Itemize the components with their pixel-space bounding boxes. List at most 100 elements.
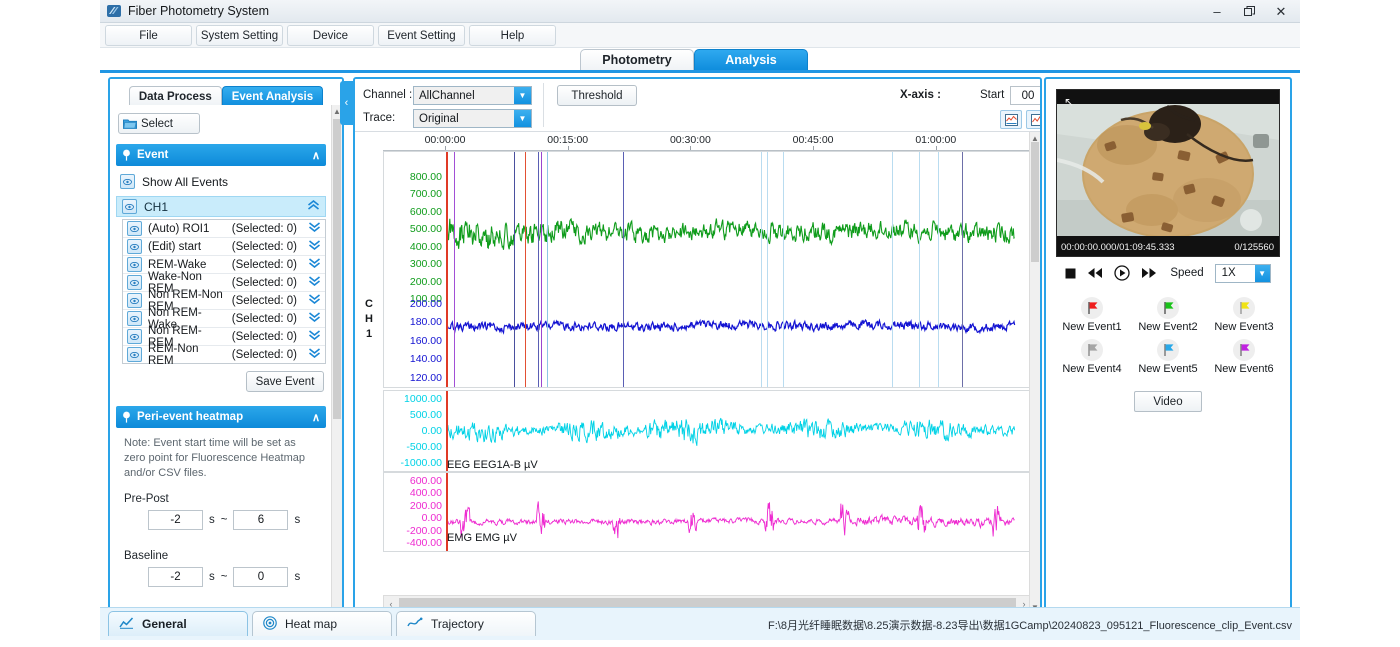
flag-icon[interactable] [1081,297,1103,319]
tab-general[interactable]: General [108,611,248,636]
menu-system-setting[interactable]: System Setting [196,25,283,46]
event-marker-line[interactable] [514,152,515,387]
baseline-to-input[interactable]: 0 [233,567,288,587]
eye-icon[interactable] [127,221,142,236]
eye-icon[interactable] [127,311,142,326]
play-button[interactable] [1114,265,1130,281]
video-preview[interactable]: ↖ 00:00:00.000/01:09:45.333 0/125560 [1056,89,1280,257]
speed-select[interactable]: 1X ▼ [1215,264,1271,283]
event-marker-5[interactable]: New Event5 [1130,339,1206,375]
event-marker-line[interactable] [538,152,539,387]
event-marker-line[interactable] [767,152,768,387]
stop-button[interactable] [1065,268,1076,279]
event-marker-line[interactable] [454,152,455,387]
export-chart-icon[interactable] [1000,110,1022,129]
eye-icon[interactable] [127,239,142,254]
heatmap-section-header[interactable]: Peri-event heatmap ∧ [116,406,326,428]
video-expand-icon[interactable]: ↖ [1061,94,1077,110]
event-marker-line[interactable] [919,152,920,387]
menu-help[interactable]: Help [469,25,556,46]
time-cursor[interactable] [446,152,448,387]
rewind-button[interactable] [1087,267,1103,279]
chevron-down-icon[interactable]: ▼ [514,87,531,104]
double-chevron-down-icon[interactable] [308,240,321,253]
event-marker-1[interactable]: New Event1 [1054,297,1130,333]
event-marker-line[interactable] [892,152,893,387]
flag-icon[interactable] [1157,339,1179,361]
double-chevron-down-icon[interactable] [308,348,321,361]
event-section-header[interactable]: Event ∧ [116,144,326,166]
eye-icon[interactable] [127,275,142,290]
double-chevron-down-icon[interactable] [308,276,321,289]
eye-icon[interactable] [122,199,137,214]
event-marker-4[interactable]: New Event4 [1054,339,1130,375]
menu-file[interactable]: File [105,25,192,46]
tab-event-analysis[interactable]: Event Analysis [222,86,323,106]
restore-button[interactable] [1234,1,1264,21]
event-marker-line[interactable] [783,152,784,387]
list-item[interactable]: (Edit) start (Selected: 0) [123,238,325,256]
export-image-icon[interactable] [1026,110,1042,129]
double-chevron-down-icon[interactable] [308,330,321,343]
trace-select[interactable]: Original ▼ [413,109,532,128]
menu-device[interactable]: Device [287,25,374,46]
select-button[interactable]: Select [118,113,200,134]
collapse-left-panel-button[interactable]: ‹ [340,81,353,125]
event-marker-line[interactable] [962,152,963,387]
tab-trajectory[interactable]: Trajectory [396,611,536,636]
eye-icon[interactable] [120,174,135,189]
double-chevron-down-icon[interactable] [308,294,321,307]
flag-icon[interactable] [1081,339,1103,361]
forward-button[interactable] [1141,267,1157,279]
close-button[interactable]: ✕ [1266,1,1296,21]
event-marker-line[interactable] [547,152,548,387]
tab-analysis[interactable]: Analysis [694,49,808,70]
eye-icon[interactable] [127,329,142,344]
fluorescence-signal-area[interactable] [446,152,1031,387]
chevron-up-icon[interactable]: ∧ [312,149,320,162]
chevron-up-icon[interactable]: ∧ [312,411,320,424]
event-marker-line[interactable] [938,152,939,387]
event-marker-line[interactable] [623,152,624,387]
scrollbar-thumb[interactable] [1031,142,1039,262]
eye-icon[interactable] [127,347,142,362]
flag-icon[interactable] [1157,297,1179,319]
list-item[interactable]: REM-Non REM (Selected: 0) [123,346,325,363]
double-chevron-down-icon[interactable] [308,312,321,325]
event-marker-6[interactable]: New Event6 [1206,339,1282,375]
eye-icon[interactable] [127,257,142,272]
event-marker-3[interactable]: New Event3 [1206,297,1282,333]
double-chevron-down-icon[interactable] [308,222,321,235]
baseline-from-input[interactable]: -2 [148,567,203,587]
flag-icon[interactable] [1233,339,1255,361]
channel-row-ch1[interactable]: CH1 [116,196,326,217]
emg-signal-area[interactable] [446,473,1031,551]
eye-icon[interactable] [127,293,142,308]
show-all-events-row[interactable]: Show All Events [120,174,332,189]
minimize-button[interactable]: – [1202,1,1232,21]
center-panel-scrollbar[interactable]: ▲ ▼ [1029,132,1040,613]
event-marker-2[interactable]: New Event2 [1130,297,1206,333]
tab-data-process[interactable]: Data Process [129,86,222,106]
video-button[interactable]: Video [1134,391,1202,412]
tab-heat-map[interactable]: Heat map [252,611,392,636]
event-marker-line[interactable] [761,152,762,387]
left-panel-scrollbar[interactable]: ▲ [331,105,342,613]
double-chevron-down-icon[interactable] [308,258,321,271]
menu-event-setting[interactable]: Event Setting [378,25,465,46]
start-hours-input[interactable]: 00 [1010,86,1042,105]
scrollbar-thumb[interactable] [333,119,341,419]
list-item[interactable]: (Auto) ROI1 (Selected: 0) [123,220,325,238]
double-chevron-up-icon[interactable] [307,200,320,213]
fluorescence-panel[interactable]: 800.00700.00600.00500.00400.00300.00200.… [383,151,1032,388]
prepost-to-input[interactable]: 6 [233,510,288,530]
event-marker-line[interactable] [525,152,526,387]
flag-icon[interactable] [1233,297,1255,319]
tab-photometry[interactable]: Photometry [580,49,694,70]
channel-select[interactable]: AllChannel ▼ [413,86,532,105]
save-event-button[interactable]: Save Event [246,371,324,392]
prepost-from-input[interactable]: -2 [148,510,203,530]
chevron-down-icon[interactable]: ▼ [1255,265,1270,282]
threshold-button[interactable]: Threshold [557,85,637,106]
chevron-down-icon[interactable]: ▼ [514,110,531,127]
